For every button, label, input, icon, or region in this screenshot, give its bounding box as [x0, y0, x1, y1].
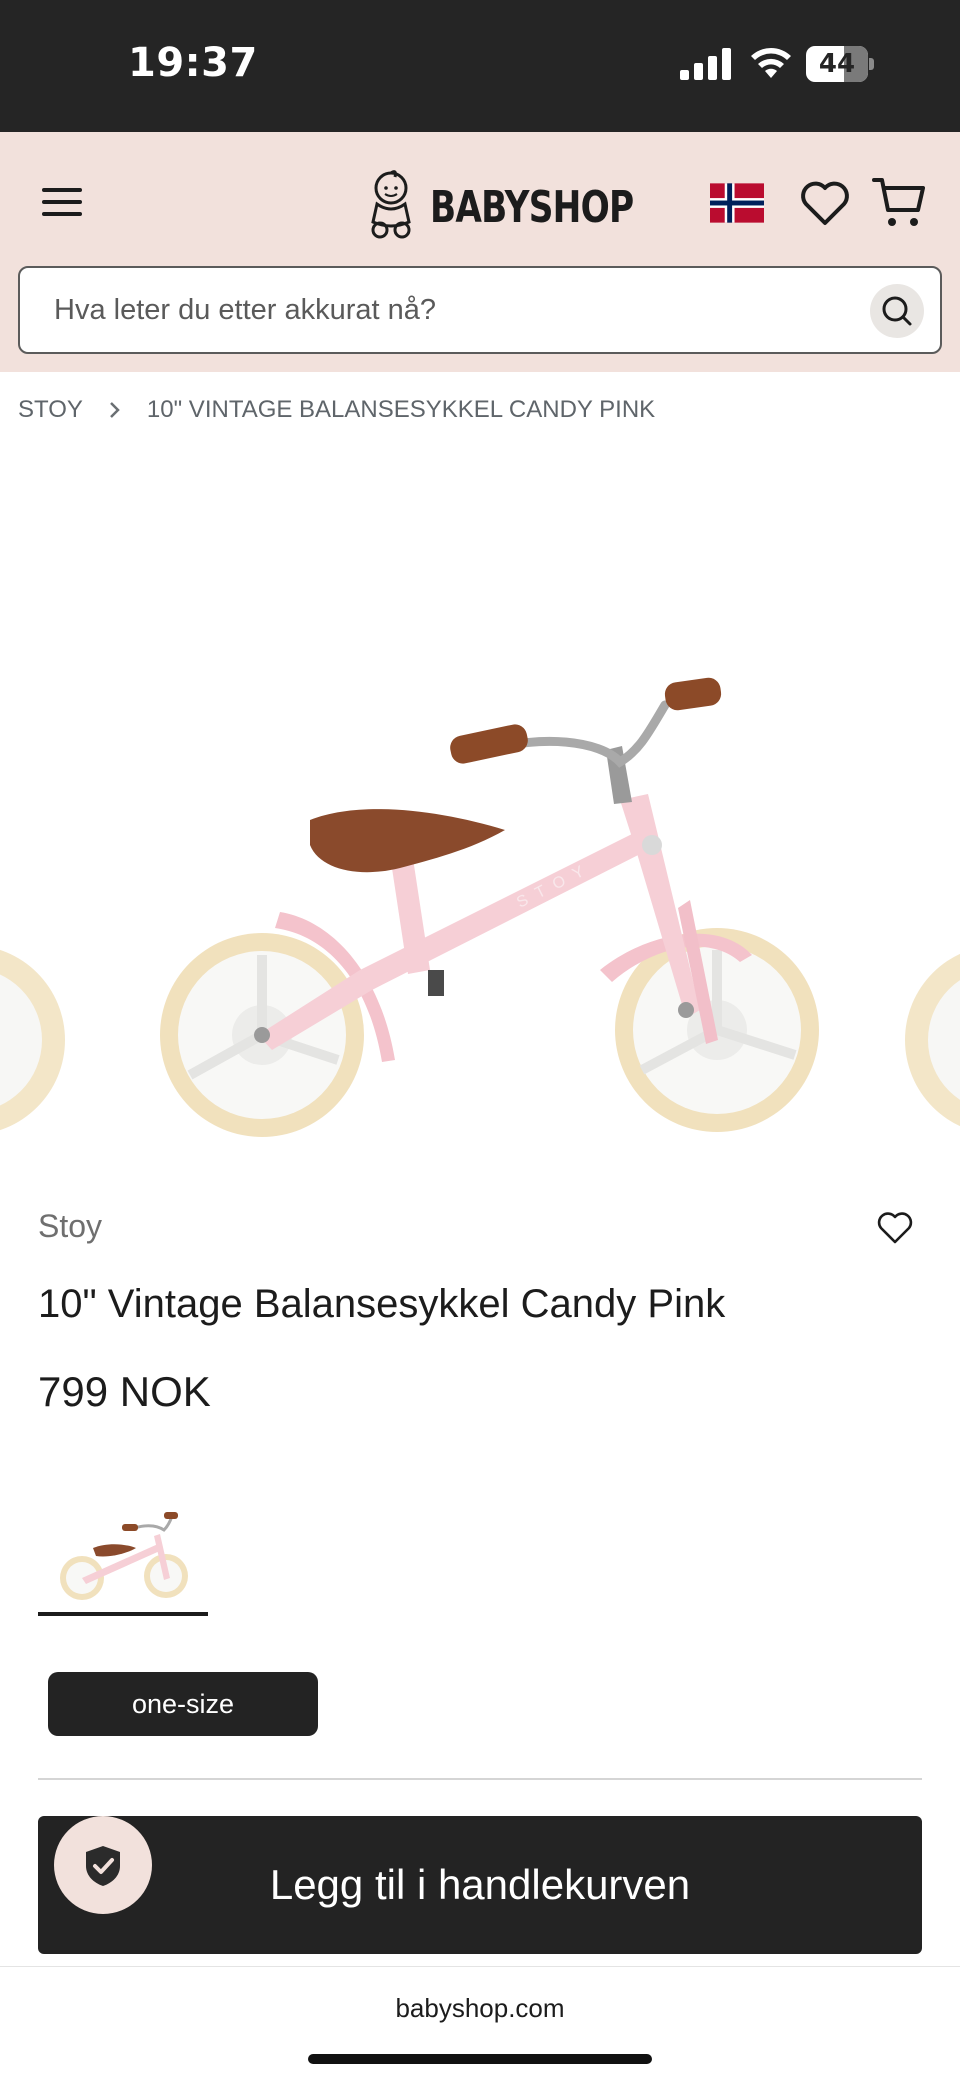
wifi-icon — [751, 48, 791, 78]
menu-button[interactable] — [38, 182, 88, 222]
babyshop-logo[interactable]: BABYSHOP — [368, 168, 634, 240]
signal-icon — [680, 48, 731, 80]
cart-icon[interactable] — [872, 174, 926, 230]
search-input[interactable] — [54, 268, 854, 352]
trust-badge[interactable] — [54, 1816, 152, 1914]
site-header: BABYSHOP — [0, 132, 960, 372]
breadcrumb-current: 10" VINTAGE BALANSESYKKEL CANDY PINK — [146, 396, 656, 423]
chevron-right-icon — [110, 402, 120, 418]
prev-image-peek — [0, 949, 65, 1131]
status-time: 19:37 — [128, 40, 258, 86]
product-title: 10" Vintage Balansesykkel Candy Pink — [38, 1282, 726, 1326]
search-button[interactable] — [870, 284, 924, 338]
product-thumbnail[interactable] — [38, 1486, 208, 1620]
thumbnail-image — [60, 1512, 188, 1600]
status-bar: 19:37 44 — [0, 0, 960, 132]
battery-percent: 44 — [818, 49, 856, 79]
product-image-carousel[interactable]: STOY — [0, 450, 960, 1170]
battery-icon: 44 — [806, 46, 874, 82]
thumbnail-selected-indicator — [38, 1612, 208, 1616]
svg-text:STOY: STOY — [514, 859, 596, 912]
breadcrumb-brand-link[interactable]: STOY — [18, 396, 83, 424]
search-bar[interactable] — [18, 266, 942, 354]
shield-check-icon — [86, 1846, 120, 1886]
heart-icon[interactable] — [798, 176, 852, 230]
size-option-one-size[interactable]: one-size — [48, 1672, 318, 1736]
add-to-cart-button[interactable]: Legg til i handlekurven — [38, 1816, 922, 1954]
product-price: 799 NOK — [38, 1368, 211, 1415]
breadcrumb: STOY 10" VINTAGE BALANSESYKKEL CANDY PIN… — [18, 392, 655, 428]
product-image: STOY — [0, 677, 960, 1137]
url-text[interactable]: babyshop.com — [0, 1993, 960, 2024]
logo-text: BABYSHOP — [430, 182, 634, 233]
baby-logo-icon — [371, 170, 411, 239]
divider — [38, 1778, 922, 1780]
home-indicator[interactable] — [308, 2054, 652, 2064]
norway-flag-icon[interactable] — [710, 182, 764, 224]
search-icon — [882, 296, 912, 326]
next-image-peek — [905, 953, 960, 1127]
product-brand[interactable]: Stoy — [38, 1208, 102, 1245]
wishlist-heart-icon[interactable] — [876, 1210, 914, 1246]
